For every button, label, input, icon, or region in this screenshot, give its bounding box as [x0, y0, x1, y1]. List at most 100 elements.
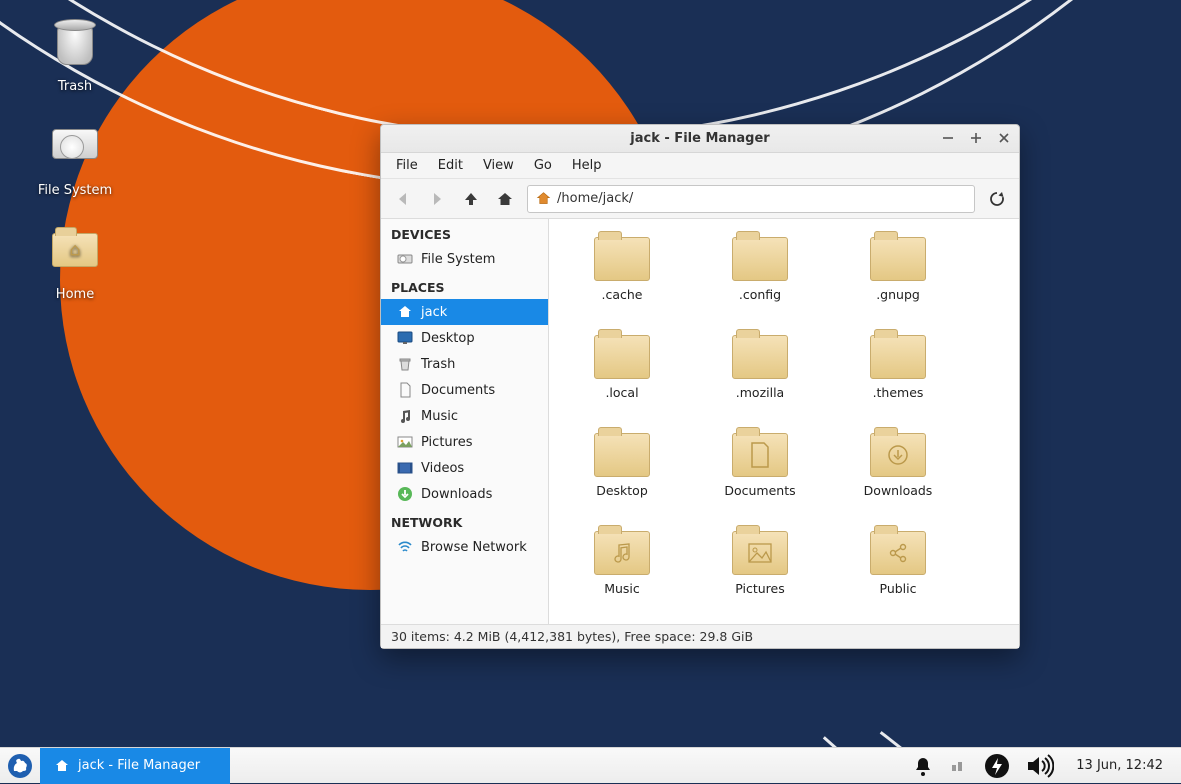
drive-icon [397, 251, 413, 267]
down-overlay-icon [886, 443, 910, 467]
sidebar-item-label: Documents [421, 383, 495, 398]
reload-button[interactable] [985, 187, 1009, 211]
folder-icon [594, 335, 650, 379]
share-overlay-icon [887, 542, 909, 564]
sidebar-heading-places: PLACES [381, 272, 548, 299]
folder-pictures[interactable]: Pictures [691, 527, 829, 624]
file-label: .themes [873, 385, 924, 400]
desktop-icon-filesystem[interactable]: File System [35, 129, 115, 198]
sidebar-item-label: File System [421, 252, 495, 267]
file-label: .cache [602, 287, 643, 302]
minimize-button[interactable] [939, 129, 957, 147]
taskbar-item-file-manager[interactable]: jack - File Manager [40, 748, 230, 784]
sidebar-item-label: Browse Network [421, 540, 527, 555]
power-icon[interactable] [984, 753, 1010, 779]
folder-mozilla[interactable]: .mozilla [691, 331, 829, 429]
folder-icon [870, 335, 926, 379]
notifications-icon[interactable] [912, 755, 934, 777]
xfce-logo-icon [7, 753, 33, 779]
folder-icon [870, 531, 926, 575]
trash-icon [397, 356, 413, 372]
tray-indicator-icon[interactable] [950, 757, 968, 775]
folder-icon [732, 237, 788, 281]
menubar: File Edit View Go Help [381, 153, 1019, 179]
folder-local[interactable]: .local [553, 331, 691, 429]
file-label: .config [739, 287, 781, 302]
back-button[interactable] [391, 187, 415, 211]
sidebar-item-filesystem[interactable]: File System [381, 246, 548, 272]
folder-config[interactable]: .config [691, 233, 829, 331]
menu-view[interactable]: View [474, 155, 523, 176]
desktop-icon-trash[interactable]: Trash [35, 25, 115, 94]
network-icon [397, 539, 413, 555]
file-label: Pictures [735, 581, 785, 596]
sidebar-item-label: Pictures [421, 435, 472, 450]
sidebar-item-label: Trash [421, 357, 455, 372]
file-label: Music [604, 581, 640, 596]
forward-button[interactable] [425, 187, 449, 211]
menu-edit[interactable]: Edit [429, 155, 472, 176]
sidebar-item-downloads[interactable]: Downloads [381, 481, 548, 507]
folder-home-icon: ⌂ [51, 233, 99, 281]
desktop-icon-area: Trash File System ⌂ Home [35, 25, 115, 337]
home-icon [397, 304, 413, 320]
sidebar-item-trash[interactable]: Trash [381, 351, 548, 377]
menu-help[interactable]: Help [563, 155, 611, 176]
sidebar: DEVICES File System PLACES jack Desktop [381, 219, 549, 624]
trash-icon [51, 25, 99, 73]
titlebar[interactable]: jack - File Manager [381, 125, 1019, 153]
sidebar-item-label: Downloads [421, 487, 492, 502]
folder-icon [594, 531, 650, 575]
path-entry[interactable]: /home/jack/ [527, 185, 975, 213]
clock[interactable]: 13 Jun, 12:42 [1070, 758, 1169, 773]
start-button[interactable] [0, 748, 40, 784]
folder-icon [870, 433, 926, 477]
menu-file[interactable]: File [387, 155, 427, 176]
desktop-icon-label: File System [35, 183, 115, 198]
sidebar-item-pictures[interactable]: Pictures [381, 429, 548, 455]
doc-overlay-icon [749, 442, 771, 468]
sidebar-item-network[interactable]: Browse Network [381, 534, 548, 560]
home-button[interactable] [493, 187, 517, 211]
sidebar-item-label: Music [421, 409, 458, 424]
music-overlay-icon [611, 542, 633, 564]
status-text: 30 items: 4.2 MiB (4,412,381 bytes), Fre… [391, 629, 753, 644]
desktop-icon [397, 330, 413, 346]
up-button[interactable] [459, 187, 483, 211]
downloads-icon [397, 486, 413, 502]
sidebar-item-videos[interactable]: Videos [381, 455, 548, 481]
sidebar-item-music[interactable]: Music [381, 403, 548, 429]
folder-cache[interactable]: .cache [553, 233, 691, 331]
file-label: .local [605, 385, 638, 400]
system-tray: 13 Jun, 12:42 [900, 753, 1181, 779]
sidebar-item-documents[interactable]: Documents [381, 377, 548, 403]
taskbar-item-label: jack - File Manager [78, 758, 200, 773]
folder-icon [732, 335, 788, 379]
folder-icon [594, 237, 650, 281]
folder-documents[interactable]: Documents [691, 429, 829, 527]
desktop-icon-label: Trash [35, 79, 115, 94]
desktop-icon-home[interactable]: ⌂ Home [35, 233, 115, 302]
sidebar-item-home[interactable]: jack [381, 299, 548, 325]
sidebar-item-desktop[interactable]: Desktop [381, 325, 548, 351]
status-bar: 30 items: 4.2 MiB (4,412,381 bytes), Fre… [381, 624, 1019, 648]
folder-themes[interactable]: .themes [829, 331, 967, 429]
panel: jack - File Manager 13 Jun, 12:42 [0, 747, 1181, 783]
maximize-button[interactable] [967, 129, 985, 147]
folder-gnupg[interactable]: .gnupg [829, 233, 967, 331]
file-label: .mozilla [736, 385, 784, 400]
sidebar-item-label: jack [421, 305, 447, 320]
videos-icon [397, 460, 413, 476]
folder-music[interactable]: Music [553, 527, 691, 624]
folder-public[interactable]: Public [829, 527, 967, 624]
folder-desktop[interactable]: Desktop [553, 429, 691, 527]
content-pane[interactable]: .cache .config .gnupg .local .mozilla .themes… [549, 219, 1019, 624]
volume-icon[interactable] [1026, 754, 1054, 778]
window-title: jack - File Manager [630, 131, 769, 146]
folder-downloads[interactable]: Downloads [829, 429, 967, 527]
close-button[interactable] [995, 129, 1013, 147]
desktop-icon-label: Home [35, 287, 115, 302]
folder-icon [870, 237, 926, 281]
menu-go[interactable]: Go [525, 155, 561, 176]
folder-icon [732, 433, 788, 477]
